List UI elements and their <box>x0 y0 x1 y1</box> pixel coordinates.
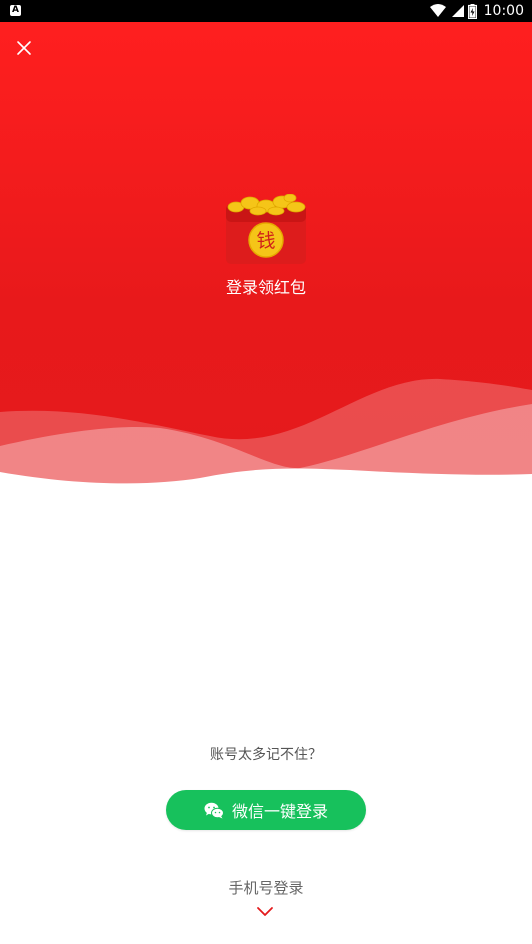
wave-decoration <box>0 378 532 492</box>
redpacket-char: 钱 <box>256 230 275 252</box>
hero-banner: 钱 登录领红包 <box>0 22 532 492</box>
status-right: 10:00 <box>429 0 524 22</box>
signal-icon <box>451 5 464 17</box>
status-bar: A 10:00 <box>0 0 532 22</box>
hero-title: 登录领红包 <box>225 278 306 297</box>
battery-icon <box>467 3 477 19</box>
notification-a-icon: A <box>10 5 21 16</box>
phone-login-link[interactable]: 手机号登录 <box>0 877 532 898</box>
status-time: 10:00 <box>483 3 524 19</box>
forgot-account-text: 账号太多记不住？ <box>210 747 322 763</box>
close-icon <box>17 41 31 55</box>
wechat-login-button[interactable]: 微信一键登录 <box>166 790 366 830</box>
close-button[interactable] <box>14 38 34 58</box>
red-envelope-icon: 钱 <box>226 194 306 264</box>
wifi-icon <box>429 4 446 17</box>
chevron-down-icon[interactable] <box>256 906 274 918</box>
wechat-login-label: 微信一键登录 <box>231 802 328 821</box>
wechat-icon <box>204 802 224 818</box>
